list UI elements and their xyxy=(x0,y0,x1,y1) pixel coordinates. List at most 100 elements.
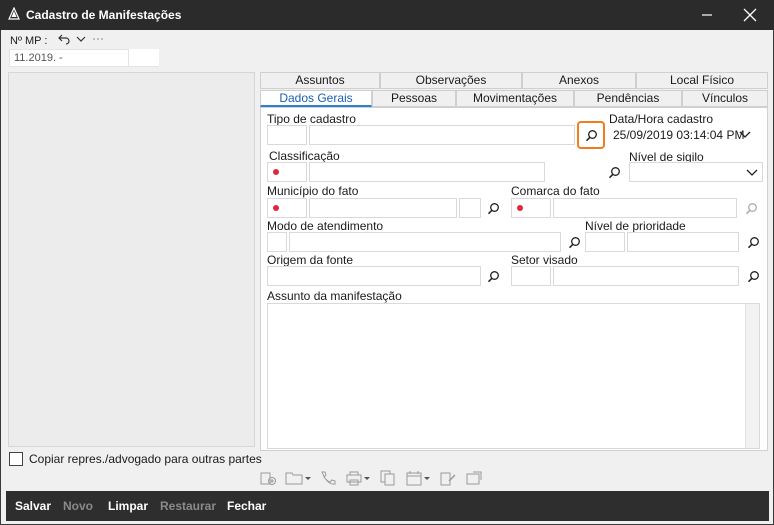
required-marker xyxy=(273,205,279,211)
setor-visado-search-button[interactable] xyxy=(743,266,763,286)
undo-icon[interactable] xyxy=(58,33,70,45)
setor-visado-description-field[interactable] xyxy=(553,266,739,286)
comarca-label: Comarca do fato xyxy=(511,184,600,198)
nivel-prioridade-label: Nível de prioridade xyxy=(585,219,686,233)
restaurar-button[interactable]: Restaurar xyxy=(160,499,216,513)
comarca-description-field[interactable] xyxy=(553,198,737,218)
fechar-button[interactable]: Fechar xyxy=(227,499,266,513)
tab-movimentacoes[interactable]: Movimentações xyxy=(456,90,574,107)
municipio-search-button[interactable] xyxy=(483,198,503,218)
data-hora-field[interactable]: 25/09/2019 03:14:04 PM xyxy=(609,125,755,145)
nivel-prioridade-description-field[interactable] xyxy=(627,232,739,252)
modo-atendimento-search-button[interactable] xyxy=(564,232,584,252)
novo-button[interactable]: Novo xyxy=(63,499,93,513)
tab-label: Assuntos xyxy=(295,73,345,87)
data-hora-value: 25/09/2019 03:14:04 PM xyxy=(613,128,745,142)
required-marker xyxy=(273,169,279,175)
comarca-search-button[interactable] xyxy=(741,198,761,218)
bottom-action-bar: Salvar Novo Limpar Restaurar Fechar xyxy=(6,491,769,521)
window-client: Nº MP : 11.2019. - Copiar repres./advoga… xyxy=(1,30,773,524)
classificacao-description-field[interactable] xyxy=(309,162,545,182)
classificacao-code-field[interactable] xyxy=(267,162,307,182)
tab-pendencias[interactable]: Pendências xyxy=(574,90,682,107)
salvar-button[interactable]: Salvar xyxy=(15,499,51,513)
data-hora-label: Data/Hora cadastro xyxy=(609,112,714,126)
setor-visado-code-field[interactable] xyxy=(511,266,551,286)
comarca-code-field[interactable] xyxy=(511,198,551,218)
origem-fonte-search-button[interactable] xyxy=(483,266,503,286)
calendar-icon[interactable] xyxy=(405,470,431,486)
modo-atendimento-description-field[interactable] xyxy=(289,232,561,252)
app-logo-icon xyxy=(8,7,20,20)
chevron-down-icon[interactable] xyxy=(76,34,86,44)
chevron-down-icon[interactable] xyxy=(739,128,751,140)
municipio-description-field[interactable] xyxy=(309,198,457,218)
tab-anexos[interactable]: Anexos xyxy=(522,72,636,89)
municipio-label: Município do fato xyxy=(267,184,359,198)
limpar-button[interactable]: Limpar xyxy=(108,499,148,513)
more-icon[interactable] xyxy=(92,34,104,44)
tab-label: Pendências xyxy=(596,91,660,105)
mp-number-field-suffix[interactable] xyxy=(129,49,159,67)
assunto-label: Assunto da manifestação xyxy=(267,289,402,303)
mp-toolbar xyxy=(58,32,104,46)
print-icon[interactable] xyxy=(345,470,371,486)
tab-strip: Assuntos Observações Anexos Local Físico… xyxy=(260,72,768,108)
mp-number-field[interactable]: 11.2019. - xyxy=(9,49,129,67)
origem-fonte-field[interactable] xyxy=(267,266,481,286)
tab-dados-gerais[interactable]: Dados Gerais xyxy=(260,90,372,107)
tipo-cadastro-code-field[interactable] xyxy=(267,125,307,145)
edit-doc-icon[interactable] xyxy=(439,470,457,486)
tab-observacoes[interactable]: Observações xyxy=(380,72,522,89)
tab-label: Movimentações xyxy=(472,91,558,105)
close-button[interactable] xyxy=(731,0,769,30)
search-icon xyxy=(747,236,759,248)
tipo-cadastro-search-button[interactable] xyxy=(577,121,605,149)
copy-icon[interactable] xyxy=(379,470,397,486)
copy-representative-checkbox[interactable] xyxy=(9,452,23,466)
tipo-cadastro-description-field[interactable] xyxy=(309,125,575,145)
origem-fonte-label: Origem da fonte xyxy=(267,253,354,267)
tab-label: Observações xyxy=(415,73,487,87)
classificacao-search-button[interactable] xyxy=(604,162,624,182)
tab-vinculos[interactable]: Vínculos xyxy=(682,90,768,107)
assunto-textarea[interactable] xyxy=(267,303,760,449)
search-icon xyxy=(747,270,759,282)
close-icon xyxy=(743,8,757,22)
assunto-scrollbar[interactable] xyxy=(745,304,759,448)
classificacao-label: Classificação xyxy=(269,149,340,163)
municipio-code-field[interactable] xyxy=(267,198,307,218)
tab-label: Pessoas xyxy=(390,91,438,105)
tab-label: Dados Gerais xyxy=(279,91,353,105)
dados-gerais-panel: Tipo de cadastro Data/Hora cadastro 25/0… xyxy=(260,107,768,451)
add-person-icon[interactable] xyxy=(259,470,277,486)
folder-icon[interactable] xyxy=(285,470,311,486)
search-icon xyxy=(568,236,580,248)
move-doc-icon[interactable] xyxy=(465,470,483,486)
setor-visado-label: Setor visado xyxy=(511,253,578,267)
copy-representative-option[interactable]: Copiar repres./advogado para outras part… xyxy=(9,452,262,466)
nivel-sigilo-select[interactable] xyxy=(629,162,763,182)
search-icon xyxy=(585,129,597,141)
nivel-prioridade-code-field[interactable] xyxy=(585,232,625,252)
search-icon xyxy=(608,166,620,178)
chevron-down-icon xyxy=(746,169,758,176)
phone-icon[interactable] xyxy=(319,470,337,486)
required-marker xyxy=(517,205,523,211)
modo-atendimento-code-field[interactable] xyxy=(267,232,287,252)
mp-label: Nº MP : xyxy=(10,35,48,47)
tab-local-fisico[interactable]: Local Físico xyxy=(636,72,768,89)
tipo-cadastro-label: Tipo de cadastro xyxy=(267,112,356,126)
tab-label: Vínculos xyxy=(701,91,749,105)
search-icon xyxy=(487,202,499,214)
minimize-button[interactable] xyxy=(688,0,726,30)
municipio-uf-field[interactable] xyxy=(459,198,481,218)
minimize-icon xyxy=(702,14,712,16)
title-bar: Cadastro de Manifestações xyxy=(0,0,774,30)
tab-pessoas[interactable]: Pessoas xyxy=(372,90,456,107)
left-panel xyxy=(8,72,255,447)
nivel-prioridade-search-button[interactable] xyxy=(743,232,763,252)
tab-assuntos[interactable]: Assuntos xyxy=(260,72,380,89)
window-title: Cadastro de Manifestações xyxy=(26,8,182,22)
search-icon xyxy=(745,202,757,214)
